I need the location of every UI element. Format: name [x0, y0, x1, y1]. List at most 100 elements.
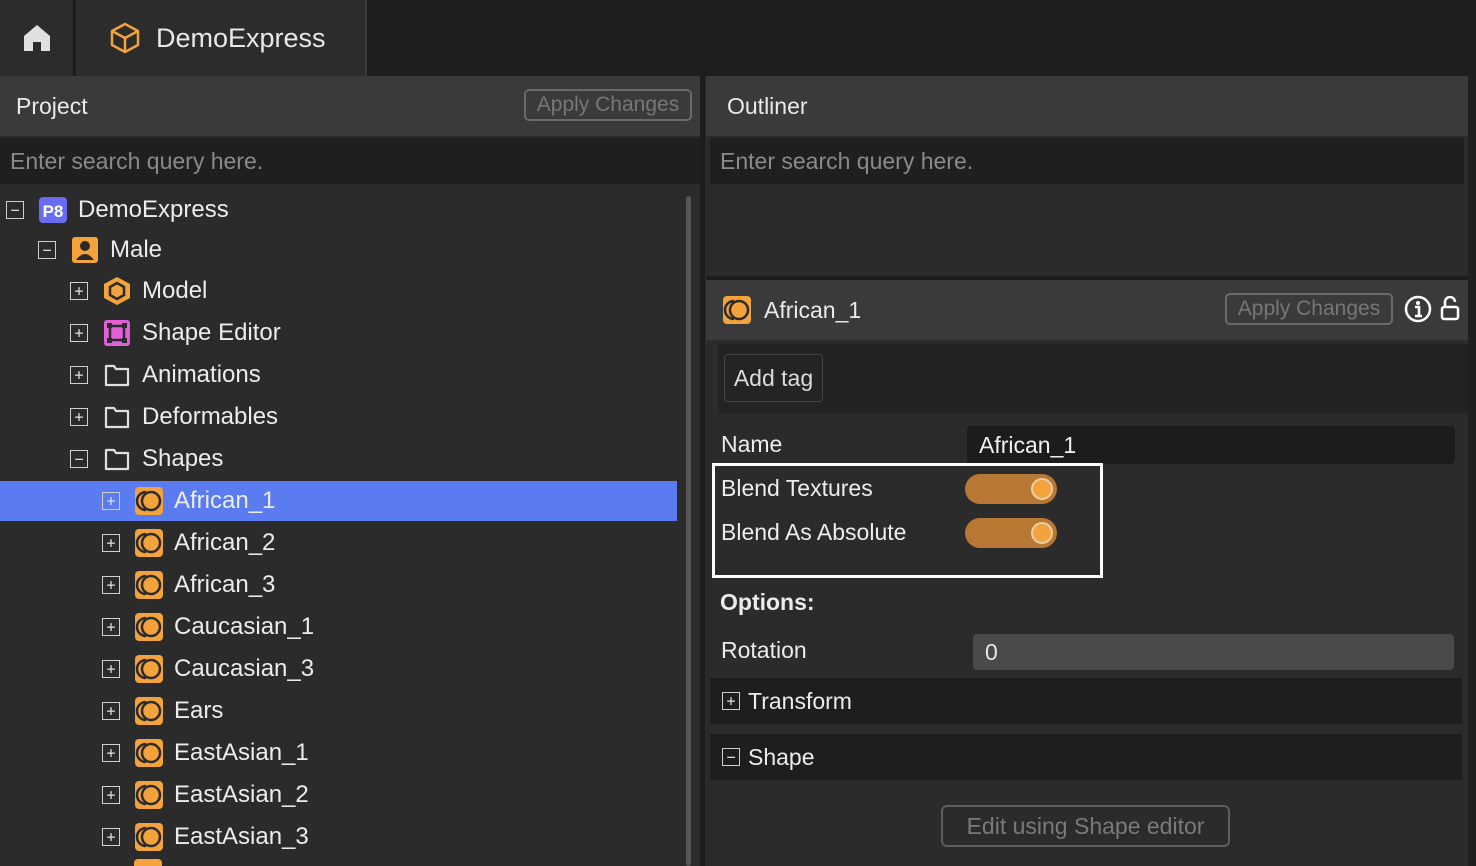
home-icon	[23, 25, 50, 51]
tree-node-shape-editor[interactable]: + Shape Editor	[0, 313, 677, 353]
tree-node-label: Caucasian_1	[174, 613, 315, 640]
outliner-list	[706, 186, 1468, 276]
folder-icon	[102, 402, 132, 432]
transform-section-label: Transform	[748, 687, 852, 714]
project-apply-changes-button[interactable]: Apply Changes	[524, 89, 692, 121]
tree-node-label: Shape Editor	[142, 319, 281, 346]
tree-node-label: EastAsian_1	[174, 739, 309, 766]
tree-node-african-1[interactable]: + African_1	[0, 481, 677, 521]
blend-shape-icon	[134, 696, 164, 726]
blend-textures-label: Blend Textures	[721, 475, 873, 501]
model-hexagon-icon	[102, 276, 132, 306]
toggle-knob	[1031, 478, 1053, 500]
properties-apply-changes-button[interactable]: Apply Changes	[1225, 293, 1393, 325]
tree-node-label: Model	[142, 277, 208, 304]
expand-icon[interactable]: +	[102, 702, 120, 720]
tree-node-caucasian-1[interactable]: + Caucasian_1	[0, 607, 677, 647]
blend-shape-icon	[134, 654, 164, 684]
expand-icon[interactable]: +	[70, 282, 88, 300]
character-icon	[70, 235, 100, 265]
tree-node-label: Caucasian_3	[174, 655, 315, 682]
tree-node-eastasian-3[interactable]: + EastAsian_3	[0, 817, 677, 857]
blend-shape-icon	[134, 822, 164, 852]
panel-divider[interactable]	[700, 76, 705, 866]
tree-node-label: EastAsian_2	[174, 781, 309, 808]
blend-shape-icon	[134, 486, 164, 516]
collapse-icon[interactable]: −	[38, 241, 56, 259]
tree-node-model[interactable]: + Model	[0, 271, 677, 311]
collapse-icon[interactable]: −	[6, 201, 24, 219]
tree-node-label: EastAsian_3	[174, 823, 309, 850]
tree-node-caucasian-3[interactable]: + Caucasian_3	[0, 649, 677, 689]
svg-text:P8: P8	[43, 202, 64, 221]
properties-header: African_1 Apply Changes	[706, 280, 1468, 340]
expand-icon[interactable]: +	[70, 324, 88, 342]
shape-section-header[interactable]: − Shape	[710, 734, 1462, 780]
tab-demoexpress[interactable]: DemoExpress	[76, 0, 367, 76]
blend-shape-icon	[134, 570, 164, 600]
project-search-input[interactable]: Enter search query here.	[0, 138, 700, 184]
tree-node-label: Deformables	[142, 403, 279, 430]
expand-icon[interactable]: +	[102, 786, 120, 804]
expand-icon[interactable]: +	[102, 660, 120, 678]
blend-textures-toggle[interactable]	[965, 474, 1057, 504]
expand-icon[interactable]: +	[722, 692, 740, 710]
tab-label: DemoExpress	[156, 22, 326, 53]
shape-editor-icon	[102, 318, 132, 348]
tree-node-african-3[interactable]: + African_3	[0, 565, 677, 605]
blend-shape-icon	[722, 295, 752, 325]
folder-icon	[102, 444, 132, 474]
name-field[interactable]: African_1	[967, 426, 1455, 464]
edit-using-shape-editor-button[interactable]: Edit using Shape editor	[941, 805, 1230, 847]
cube-icon	[110, 22, 140, 54]
tree-node-demoexpress[interactable]: − P8 DemoExpress	[0, 190, 677, 230]
outliner-search-input[interactable]: Enter search query here.	[710, 138, 1464, 184]
expand-icon[interactable]: +	[70, 408, 88, 426]
tree-node-animations[interactable]: + Animations	[0, 355, 677, 395]
expand-icon[interactable]: +	[70, 366, 88, 384]
expand-icon[interactable]: +	[102, 576, 120, 594]
expand-icon[interactable]: +	[102, 618, 120, 636]
tree-node-label: African_1	[174, 487, 276, 514]
collapse-icon[interactable]: −	[70, 450, 88, 468]
name-label: Name	[721, 431, 783, 457]
tag-bar	[718, 344, 1468, 414]
expand-icon[interactable]: +	[102, 534, 120, 552]
expand-icon[interactable]: +	[102, 744, 120, 762]
blend-shape-icon	[134, 528, 164, 558]
tree-node-shapes[interactable]: − Shapes	[0, 439, 677, 479]
tree-node-african-2[interactable]: + African_2	[0, 523, 677, 563]
expand-icon[interactable]: +	[102, 492, 120, 510]
properties-body: Add tag Name African_1 Blend Textures Bl…	[706, 340, 1468, 866]
tree-node-eastasian-1[interactable]: + EastAsian_1	[0, 733, 677, 773]
project-tree: − P8 DemoExpress − Male + Model + Shape …	[0, 186, 700, 866]
top-bar: DemoExpress	[0, 0, 1476, 76]
tree-node-label: Ears	[174, 697, 224, 724]
project-panel-title: Project	[16, 92, 88, 119]
blend-as-absolute-toggle[interactable]	[965, 518, 1057, 548]
tree-node-label: Male	[110, 236, 163, 263]
right-edge-bar	[1468, 76, 1476, 866]
tree-scrollbar[interactable]	[686, 196, 691, 866]
lock-icon[interactable]	[1440, 295, 1460, 327]
toggle-knob	[1031, 522, 1053, 544]
tree-node-label: Animations	[142, 361, 261, 388]
tree-node-deformables[interactable]: + Deformables	[0, 397, 677, 437]
shape-section-label: Shape	[748, 743, 815, 770]
collapse-icon[interactable]: −	[722, 748, 740, 766]
expand-icon[interactable]: +	[102, 828, 120, 846]
home-button[interactable]	[0, 0, 74, 76]
transform-section-header[interactable]: + Transform	[710, 678, 1462, 724]
outliner-panel-header: Outliner	[706, 76, 1468, 136]
blend-shape-icon	[134, 738, 164, 768]
tree-node-label: Shapes	[142, 445, 224, 472]
outliner-panel-title: Outliner	[727, 92, 808, 119]
p8-project-icon: P8	[38, 195, 68, 225]
info-icon[interactable]	[1404, 295, 1432, 328]
tree-node-male[interactable]: − Male	[0, 230, 677, 270]
tree-node-eastasian-2[interactable]: + EastAsian_2	[0, 775, 677, 815]
add-tag-button[interactable]: Add tag	[724, 354, 823, 402]
project-panel-header: Project Apply Changes	[0, 76, 700, 136]
tree-node-ears[interactable]: + Ears	[0, 691, 677, 731]
rotation-field[interactable]: 0	[973, 634, 1454, 670]
